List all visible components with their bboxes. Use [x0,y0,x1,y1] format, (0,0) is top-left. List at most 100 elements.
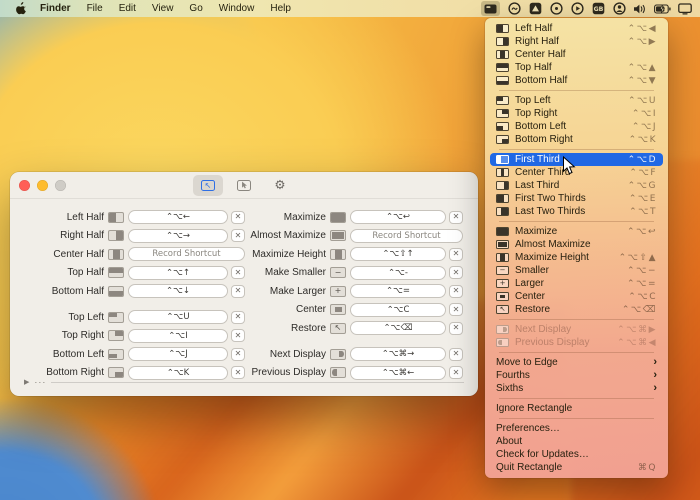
shortcut-value: ⌃⌥K [166,367,190,378]
more-options-expander[interactable]: ▶ ··· [24,377,464,387]
battery-charging-icon[interactable] [654,1,671,16]
menu-item-shortcut: ⌃⌥C [628,291,657,302]
menu-item-smaller[interactable]: − Smaller ⌃⌥− [490,264,663,277]
shortcut-field[interactable]: ⌃⌥⌘→ [350,347,446,361]
tab-snap-areas[interactable] [229,175,259,196]
menu-item-label: Bottom Right [515,134,573,145]
rectangle-menu: Left Half ⌃⌥◀ Right Half ⌃⌥▶ Center Half Top … [485,18,668,478]
shortcut-field[interactable]: ⌃⌥U [128,310,228,324]
menu-item-bottom-half[interactable]: Bottom Half ⌃⌥▼ [490,74,663,87]
menubar-menu-go[interactable]: Go [181,0,210,17]
menu-item-shortcut: ⌃⌥◀ [627,23,657,34]
shortcut-field[interactable]: ⌃⌥I [128,328,228,343]
menubar-menu-window[interactable]: Window [211,0,263,17]
apple-menu-icon[interactable] [10,2,32,15]
menu-item-larger[interactable]: + Larger ⌃⌥= [490,277,663,290]
clear-shortcut-button[interactable]: ✕ [449,210,463,224]
keyboard-gb-icon[interactable]: GB [591,1,605,16]
user-circle-icon[interactable] [612,1,626,16]
shortcut-field[interactable]: ⌃⌥⇧↑ [350,247,446,261]
maximize-height-icon [496,253,509,262]
shortcut-field[interactable]: ⌃⌥C [350,302,446,317]
menu-item-center-half[interactable]: Center Half [490,48,663,61]
maximize-icon [496,227,509,236]
menu-item-previous-display[interactable]: Previous Display ⌃⌥⌘◀ [490,336,663,349]
minimize-button[interactable] [37,180,48,191]
menu-item-almost-maximize[interactable]: Almost Maximize [490,238,663,251]
menu-item-fourths[interactable]: Fourths › [490,369,663,382]
tab-settings[interactable]: ⚙ [265,175,295,196]
menu-item-next-display[interactable]: Next Display ⌃⌥⌘▶ [490,323,663,336]
clear-shortcut-button[interactable]: ✕ [449,247,463,261]
shortcut-field[interactable]: ⌃⌥← [128,210,228,224]
shortcut-field[interactable]: ⌃⌥↑ [128,265,228,280]
menu-item-top-right[interactable]: Top Right ⌃⌥I [490,107,663,120]
menu-item-move-to-edge[interactable]: Move to Edge › [490,356,663,369]
clear-shortcut-button[interactable]: ✕ [449,266,463,279]
shortcut-label: Left Half [66,211,104,223]
record-shortcut-field[interactable]: Record Shortcut [128,247,245,261]
shortcut-value: ⌃⌥↩ [385,212,411,222]
shortcut-label: Right Half [60,230,104,241]
rectangle-window-icon[interactable] [481,1,500,16]
menu-item-restore[interactable]: ↖ Restore ⌃⌥⌫ [490,303,663,316]
disclosure-triangle-icon[interactable]: ▶ [24,378,29,386]
shortcut-field[interactable]: ⌃⌥↓ [128,284,228,298]
menubar-app-name[interactable]: Finder [32,0,79,17]
shortcut-row-maximize: Maximize ⌃⌥↩ ✕ [242,209,463,225]
shortcut-value: ⌃⌥J [168,349,188,359]
menu-item-quit-rectangle[interactable]: Quit Rectangle ⌘Q [490,461,663,474]
menubar-menu-view[interactable]: View [144,0,182,17]
menu-item-top-left[interactable]: Top Left ⌃⌥U [490,94,663,107]
shortcut-label: Bottom Left [52,348,104,360]
volume-icon[interactable] [633,1,647,16]
shortcut-field[interactable]: ⌃⌥= [350,284,446,298]
shortcut-row-maximize-height: Maximize Height ⌃⌥⇧↑ ✕ [242,246,463,262]
shortcut-row-bottom-half: Bottom Half ⌃⌥↓ ✕ [28,283,245,299]
menu-item-label: First Two Thirds [515,193,586,204]
clear-shortcut-button[interactable]: ✕ [449,303,463,316]
triangle-app-icon[interactable] [528,1,542,16]
record-shortcut-field[interactable]: Record Shortcut [350,228,463,243]
clear-shortcut-button[interactable]: ✕ [449,321,463,335]
close-button[interactable] [19,180,30,191]
play-circle-icon[interactable] [570,1,584,16]
shortcut-field[interactable]: ⌃⌥→ [128,228,228,243]
shortcut-field[interactable]: ⌃⌥- [350,265,446,280]
clear-shortcut-button[interactable]: ✕ [449,347,463,361]
adobe-creative-cloud-icon[interactable] [507,1,521,16]
menu-item-last-two-thirds[interactable]: Last Two Thirds ⌃⌥T [490,205,663,218]
shortcut-field[interactable]: ⌃⌥↩ [350,210,446,224]
tab-shortcuts[interactable]: ↖ [193,174,223,196]
menu-item-center-third[interactable]: Center Third ⌃⌥F [490,166,663,179]
menu-item-first-third[interactable]: First Third ⌃⌥D [490,153,663,166]
shortcut-field[interactable]: ⌃⌥J [128,347,228,361]
menu-item-about[interactable]: About [490,435,663,448]
menu-item-left-half[interactable]: Left Half ⌃⌥◀ [490,22,663,35]
menu-item-top-half[interactable]: Top Half ⌃⌥▲ [490,61,663,74]
menu-item-bottom-left[interactable]: Bottom Left ⌃⌥J [490,120,663,133]
menu-item-label: About [496,436,523,447]
circle-outline-icon[interactable] [549,1,563,16]
menu-item-last-third[interactable]: Last Third ⌃⌥G [490,179,663,192]
display-icon[interactable] [678,1,692,16]
menu-item-maximize[interactable]: Maximize ⌃⌥↩ [490,225,663,238]
menu-item-shortcut: ⌃⌥J [631,121,657,132]
menu-item-sixths[interactable]: Sixths › [490,382,663,395]
menu-item-center[interactable]: Center ⌃⌥C [490,290,663,303]
menubar-menu-help[interactable]: Help [262,0,299,17]
menu-item-maximize-height[interactable]: Maximize Height ⌃⌥⇧▲ [490,251,663,264]
clear-shortcut-button[interactable]: ✕ [449,284,463,298]
menu-item-right-half[interactable]: Right Half ⌃⌥▶ [490,35,663,48]
menubar-menu-file[interactable]: File [79,0,111,17]
last-two-thirds-icon [496,207,509,216]
zoom-button[interactable] [55,180,66,191]
menu-item-check-for-updates[interactable]: Check for Updates… [490,448,663,461]
menu-item-preferences[interactable]: Preferences… [490,422,663,435]
menu-item-ignore-rectangle[interactable]: Ignore Rectangle [490,402,663,415]
menubar-menu-edit[interactable]: Edit [111,0,144,17]
menu-item-first-two-thirds[interactable]: First Two Thirds ⌃⌥E [490,192,663,205]
menu-item-bottom-right[interactable]: Bottom Right ⌃⌥K [490,133,663,146]
shortcut-field[interactable]: ⌃⌥⌫ [350,321,446,335]
expander-dots: ··· [34,377,47,387]
